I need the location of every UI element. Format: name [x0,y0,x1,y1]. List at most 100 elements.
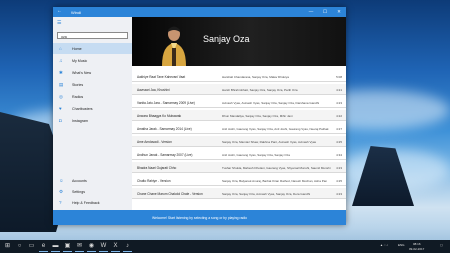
task-view-icon[interactable]: ▭ [27,242,36,251]
search-icon[interactable]: ○ [15,242,24,251]
store-icon[interactable]: ▣ [63,242,72,252]
song-title: Bhadra Naari Gujarati Chho [137,165,177,170]
artist-name: Sanjay Oza [203,34,250,44]
sidebar-item-chartbusters[interactable]: ♥ Chartbusters [53,103,132,114]
song-row[interactable]: Aavnaari Jaa, Khushini Harsh Bhrahmbhatt,… [132,84,346,95]
title-bar: ← Windi — ☐ ✕ [53,7,346,17]
clock-date[interactable]: 09-02-2017 [409,247,424,251]
instagram-icon: ◘ [59,117,62,123]
song-row[interactable]: Anwara Bhaagya Ko Mubaarak Dhun Mandaliya… [132,110,346,121]
folder-icon[interactable]: ▬ [51,242,60,252]
app-window: ← Windi — ☐ ✕ ☰ oza ⌂ Home ♫ My Music ✱ What'… [53,7,346,225]
status-bar: Welcome! Start listening by selecting a … [53,210,346,225]
edge-icon[interactable]: e [39,242,48,252]
artist-header: Sanjay Oza [132,17,346,66]
stories-icon: ▤ [59,81,64,87]
song-title: Chalto Rahiye - Version [137,178,171,183]
minimize-button[interactable]: — [304,7,318,17]
sidebar-item-label: Accounts [72,178,87,183]
song-duration: 4:25 [336,178,342,183]
mail-icon[interactable]: ✉ [75,242,84,252]
song-title: Aavnaari Jaa, Khushini [137,87,170,92]
search-query: oza [61,34,67,39]
song-title: Ame Amdavadi - Version [137,139,172,144]
language-indicator[interactable]: ENG [398,243,405,247]
sidebar-item-my-music[interactable]: ♫ My Music [53,55,132,66]
windi-app-icon[interactable]: ♪ [123,242,132,252]
song-duration: 4:23 [336,100,342,105]
song-duration: 4:34 [336,152,342,157]
radio-icon: ◎ [59,93,63,99]
status-message: Welcome! Start listening by selecting a … [151,215,248,220]
song-artists: Tushar Shukla, Mahesh Dholani, Gaurang V… [222,165,331,170]
artist-photo [162,26,186,66]
sidebar-item-accounts[interactable]: ☺ Accounts [53,175,132,186]
song-row[interactable]: Bhadra Naari Gujarati Chho Tushar Shukla,… [132,162,346,173]
song-duration: 4:27 [336,126,342,131]
song-row[interactable]: Amatha Jarak - Samarmay 2014 (Live) Anil … [132,123,346,134]
song-row[interactable]: Aakhiye Raat Tane Kahevani Vaat Harshali … [132,71,346,82]
close-button[interactable]: ✕ [332,7,346,17]
sidebar: ☰ oza ⌂ Home ♫ My Music ✱ What's New ▤ Stories ◎… [53,17,132,210]
chrome-icon[interactable]: ◉ [87,242,96,252]
song-duration: 4:21 [336,87,342,92]
hamburger-icon[interactable]: ☰ [57,20,61,26]
excel-icon[interactable]: X [111,242,120,252]
song-title: Vanita Jatu Jara - Samarmay 2009 (Live) [137,100,195,105]
song-title: Aakhiye Raat Tane Kahevani Vaat [137,74,186,79]
song-row[interactable]: Ame Amdavadi - Version Sanjay Oza, Mamtaz… [132,136,346,147]
start-icon[interactable]: ⊞ [3,242,12,251]
window-title: Windi [71,9,82,15]
back-arrow-icon[interactable]: ← [57,9,62,14]
maximize-button[interactable]: ☐ [318,7,332,17]
sidebar-item-label: Settings [72,189,85,194]
sidebar-item-instagram[interactable]: ◘ Instagram [53,115,132,126]
song-duration: 4:23 [336,165,342,170]
song-row[interactable]: Andhun Janak - Samarmay 2007 (Live) Anil … [132,149,346,160]
song-duration: 4:23 [336,191,342,196]
song-row[interactable]: Vanita Jatu Jara - Samarmay 2009 (Live) A… [132,97,346,108]
sidebar-item-radios[interactable]: ◎ Radios [53,91,132,102]
song-list: Aakhiye Raat Tane Kahevani Vaat Harshali … [132,66,346,210]
song-row[interactable]: Chane Chane Marum Chakdol Chale - Versio… [132,188,346,199]
sidebar-item-label: Chartbusters [72,106,93,111]
song-title: Chane Chane Marum Chakdol Chale - Versio… [137,191,203,196]
sidebar-item-help-feedback[interactable]: ? Help & Feedback [53,197,132,208]
sidebar-item-stories[interactable]: ▤ Stories [53,79,132,90]
sidebar-item-home[interactable]: ⌂ Home [53,43,132,54]
song-duration: 5:08 [336,74,342,79]
song-title: Andhun Janak - Samarmay 2007 (Live) [137,152,193,157]
new-icon: ✱ [59,69,63,75]
song-duration: 4:25 [336,139,342,144]
sidebar-item-label: My Music [72,58,88,63]
account-icon: ☺ [59,177,64,183]
song-artists: Anil Joshi, Gaurang Vyas, Sanjay Oza, An… [222,126,329,131]
tray-icons[interactable]: ▲ ◌ ♪ [380,243,388,247]
sidebar-item-label: Home [72,46,82,51]
song-row[interactable]: Chalto Rahiye - Version Sanjay Oza, Balya… [132,175,346,186]
sidebar-item-label: Help & Feedback [72,200,100,205]
sidebar-item-label: Instagram [72,118,88,123]
song-artists: Anil Joshi, Gaurang Vyas, Sanjay Oza, Sa… [222,152,290,157]
song-title: Anwara Bhaagya Ko Mubaarak [137,113,182,118]
search-input[interactable]: oza [57,32,128,39]
song-artists: Avinash Vyas, Avinash Vyas, Sanjay Oza, … [222,100,320,105]
song-artists: Sanjay Oza, Mamtaz Shaw, Rakhna Pant, Av… [222,139,317,144]
taskbar: ⊞ ○ ▭ e ▬ ▣ ✉ ◉ W X ♪ ▲ ◌ ♪ ENG 08:16 09-02-2017 ▢ [0,240,450,253]
song-artists: Sanjay Oza, Balyanuk Anuraj, Barbat Kira… [222,178,328,183]
sidebar-item-settings[interactable]: ⚙ Settings [53,186,132,197]
song-artists: Harsh Bhrahmbhatt, Sanjay Oza, Sanjay Oz… [222,87,298,92]
sidebar-item-what-s-new[interactable]: ✱ What's New [53,67,132,78]
song-artists: Sanjay Oza, Sanjay Oza, Avinash Vyas, Sa… [222,191,311,196]
home-icon: ⌂ [59,45,62,51]
notification-icon[interactable]: ▢ [440,243,443,247]
clock-time[interactable]: 08:16 [413,242,421,246]
sidebar-item-label: Stories [72,82,84,87]
word-icon[interactable]: W [99,242,108,252]
sidebar-item-label: What's New [72,70,92,75]
help-icon: ? [59,199,62,205]
song-artists: Dhun Mandaliya, Sanjay Oza, Sanjay Oza, … [222,113,293,118]
sidebar-item-label: Radios [72,94,84,99]
song-title: Amatha Jarak - Samarmay 2014 (Live) [137,126,192,131]
heart-icon: ♥ [59,105,62,111]
